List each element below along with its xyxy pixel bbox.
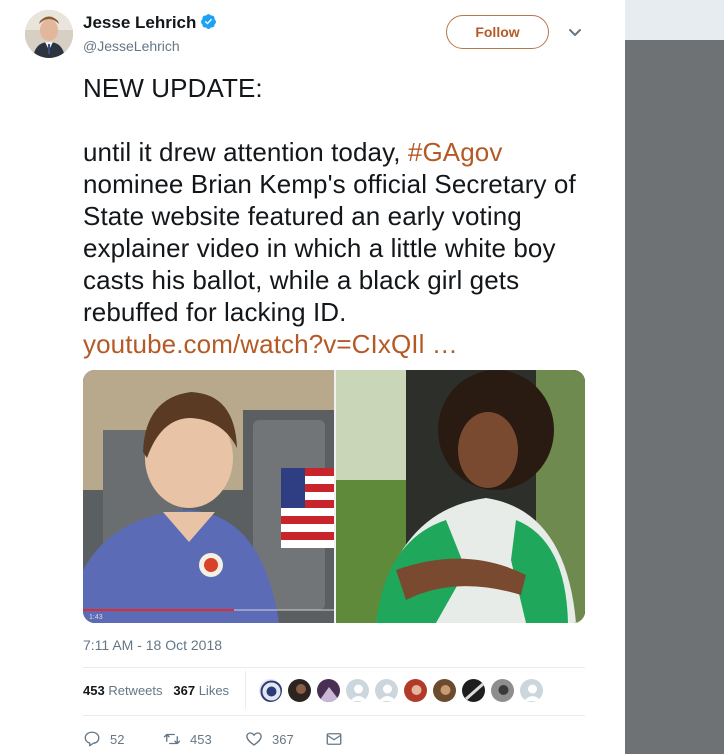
verified-badge-icon <box>201 14 217 29</box>
person-avatar-icon <box>462 679 485 702</box>
person-avatar-icon <box>317 679 340 702</box>
background-overlay <box>625 0 724 754</box>
person-avatar-icon <box>404 679 427 702</box>
stats-divider <box>245 671 246 709</box>
video-still-girl[interactable] <box>336 370 585 623</box>
video-progress-fill <box>83 609 235 611</box>
liker-avatar[interactable] <box>490 678 515 703</box>
tweet-text: NEW UPDATE: until it drew attention toda… <box>83 72 603 360</box>
liker-avatar[interactable] <box>403 678 428 703</box>
video-progress-bar[interactable] <box>83 609 335 611</box>
youtube-link[interactable]: youtube.com/watch?v=CIxQIl … <box>83 329 458 359</box>
retweet-icon <box>163 733 181 745</box>
retweets-stat-count: 453 <box>83 683 105 698</box>
retweet-count: 453 <box>190 731 212 747</box>
person-avatar-icon <box>491 679 514 702</box>
person-avatar-icon <box>288 679 311 702</box>
reply-count: 52 <box>110 731 125 747</box>
tweet-timestamp[interactable]: 7:11 AM - 18 Oct 2018 <box>83 637 222 653</box>
liker-avatar[interactable] <box>345 678 370 703</box>
heart-icon <box>246 732 262 746</box>
reply-icon <box>84 731 100 747</box>
author-name-text: Jesse Lehrich <box>83 13 197 32</box>
tweet-stats: 453 Retweets 367 Likes <box>83 683 229 698</box>
retweet-button[interactable]: 453 <box>163 728 212 750</box>
liker-avatar[interactable] <box>519 678 544 703</box>
likes-stat[interactable]: 367 Likes <box>173 683 229 698</box>
divider-bottom <box>83 715 585 716</box>
likes-stat-label: Likes <box>198 683 230 698</box>
retweets-stat-label: Retweets <box>108 683 163 698</box>
like-button[interactable]: 367 <box>245 728 294 750</box>
tweet-body-start: until it drew attention today, <box>83 137 408 167</box>
author-avatar[interactable] <box>25 10 73 58</box>
liker-avatar[interactable] <box>374 678 399 703</box>
video-still-boy[interactable] <box>83 370 335 623</box>
direct-message-button[interactable] <box>325 728 343 750</box>
overlay-top-strip <box>625 0 724 40</box>
video-timecode: 1:43 <box>89 614 103 621</box>
author-name[interactable]: Jesse Lehrich <box>83 13 217 33</box>
default-avatar-icon <box>520 679 543 702</box>
tweet-intro: NEW UPDATE: <box>83 73 263 103</box>
envelope-icon <box>326 733 342 745</box>
tweet-body-end: nominee Brian Kemp's official Secretary … <box>83 169 576 327</box>
author-handle[interactable]: @JesseLehrich <box>83 38 180 54</box>
person-avatar-icon <box>433 679 456 702</box>
hashtag-link[interactable]: #GAgov <box>408 137 503 167</box>
liker-avatar[interactable] <box>287 678 312 703</box>
liker-avatar[interactable] <box>461 678 486 703</box>
reply-button[interactable]: 52 <box>83 728 124 750</box>
follow-button[interactable]: Follow <box>446 15 549 49</box>
default-avatar-icon <box>375 679 398 702</box>
liker-avatar[interactable] <box>432 678 457 703</box>
seal-avatar-icon <box>259 679 282 702</box>
liker-avatar[interactable] <box>258 678 283 703</box>
divider-top <box>83 667 585 668</box>
liker-avatar[interactable] <box>316 678 341 703</box>
retweets-stat[interactable]: 453 Retweets <box>83 683 163 698</box>
tweet-card: Jesse Lehrich @JesseLehrich Follow NEW U… <box>0 0 625 754</box>
avatar-image <box>25 10 73 58</box>
tweet-media[interactable]: 1:43 <box>83 370 585 623</box>
likes-stat-count: 367 <box>173 683 196 698</box>
us-flag <box>281 468 335 548</box>
like-count: 367 <box>272 731 294 747</box>
default-avatar-icon <box>346 679 369 702</box>
chevron-down-icon[interactable] <box>567 24 583 40</box>
